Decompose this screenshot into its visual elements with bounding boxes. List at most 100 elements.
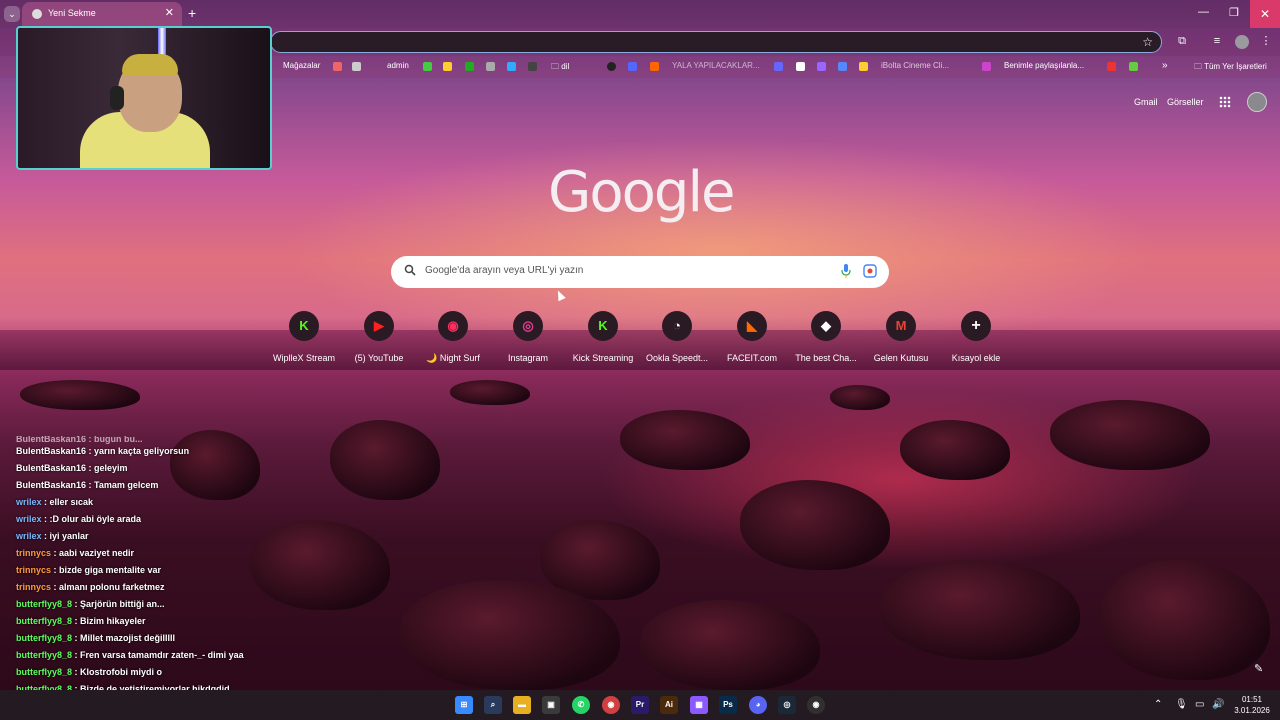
shortcut-icon: ▶ xyxy=(364,311,394,341)
bookmark-item[interactable]: iBolta Cineme Cli... xyxy=(881,61,949,70)
shortcut-kick-streaming[interactable]: K Kick Streaming xyxy=(563,311,643,371)
all-bookmarks-folder[interactable]: 🗀 Tüm Yer İşaretleri xyxy=(1194,61,1267,75)
menu-icon[interactable]: ⋮ xyxy=(1260,35,1272,47)
account-avatar[interactable] xyxy=(1247,92,1267,112)
shortcut-add[interactable]: + Kısayol ekle xyxy=(936,311,1016,371)
google-apps-icon[interactable] xyxy=(1219,96,1231,108)
bookmark-label: dil xyxy=(561,62,570,71)
bookmark-icon[interactable] xyxy=(607,62,616,71)
images-link[interactable]: Görseller xyxy=(1167,97,1204,107)
clock-date: 3.01.2026 xyxy=(1234,706,1270,715)
tab-close-icon[interactable]: ✕ xyxy=(165,6,174,19)
bookmark-icon[interactable] xyxy=(982,62,991,71)
stream-chat-overlay: BulentBaskan16 : bugun bu... BulentBaska… xyxy=(16,436,476,701)
chat-username: wrilex xyxy=(16,497,42,507)
whatsapp-icon[interactable]: ✆ xyxy=(572,696,590,714)
volume-icon[interactable]: 🔊 xyxy=(1212,699,1224,710)
windows-taskbar: ⊞ ⌕ ▬ ▣ ✆ ◉ Pr Ai ▦ Ps ◕ ◎ ◉ ⌃ 🎙 ▭ 🔊 xyxy=(0,690,1280,720)
bookmark-icon[interactable] xyxy=(796,62,805,71)
bookmark-icon[interactable] xyxy=(650,62,659,71)
obs-icon[interactable]: ◉ xyxy=(807,696,825,714)
shortcut-icon: K xyxy=(588,311,618,341)
microphone-icon[interactable]: 🎙 xyxy=(1175,699,1188,710)
shortcut-faceit[interactable]: ◣ FACEIT.com xyxy=(712,311,792,371)
shortcut-night-surf[interactable]: ◉ 🌙 Night Surf xyxy=(413,311,493,371)
maximize-button[interactable]: ❐ xyxy=(1229,6,1239,19)
bookmark-star-icon[interactable]: ☆ xyxy=(1142,35,1153,49)
bookmark-icon[interactable] xyxy=(774,62,783,71)
bookmarks-overflow-button[interactable]: » xyxy=(1162,60,1168,71)
microphone-icon[interactable] xyxy=(841,264,851,278)
bookmark-item[interactable]: YALA YAPILACAKLAR... xyxy=(672,61,760,70)
customize-pencil-icon[interactable]: ✎ xyxy=(1254,662,1263,675)
chat-message: BulentBaskan16 : geleyim xyxy=(16,463,476,480)
window-close-button[interactable]: ✕ xyxy=(1250,0,1280,28)
store-icon[interactable]: ▣ xyxy=(542,696,560,714)
shortcut-gelen-kutusu[interactable]: M Gelen Kutusu xyxy=(861,311,941,371)
bookmark-icon[interactable] xyxy=(838,62,847,71)
chat-text: : yarın kaçta geliyorsun xyxy=(86,446,190,456)
shortcut-label: (5) YouTube xyxy=(354,353,404,363)
bookmark-icon[interactable] xyxy=(859,62,868,71)
bookmark-icon[interactable] xyxy=(352,62,361,71)
illustrator-icon[interactable]: Ai xyxy=(660,696,678,714)
file-explorer-icon[interactable]: ▬ xyxy=(513,696,531,714)
bookmark-icon[interactable] xyxy=(528,62,537,71)
address-bar[interactable]: ☆ xyxy=(270,31,1162,53)
bookmark-icon[interactable] xyxy=(507,62,516,71)
tab-new-tab[interactable]: Yeni Sekme ✕ xyxy=(22,2,182,26)
shortcut-youtube[interactable]: ▶ (5) YouTube xyxy=(339,311,419,371)
bookmark-item[interactable]: Benimle paylaşılanla... xyxy=(1004,61,1084,70)
tab-search-button[interactable]: ⌄ xyxy=(4,6,20,22)
bookmark-item[interactable]: Mağazalar xyxy=(283,61,320,70)
steam-icon[interactable]: ◎ xyxy=(778,696,796,714)
search-icon[interactable]: ⌕ xyxy=(484,696,502,714)
bookmark-folder-dil[interactable]: 🗀 dil xyxy=(551,61,569,75)
gmail-link[interactable]: Gmail xyxy=(1134,97,1158,107)
chrome-icon[interactable]: ◉ xyxy=(602,696,620,714)
chat-username: butterflyy8_8 xyxy=(16,633,73,643)
bookmark-icon[interactable] xyxy=(628,62,637,71)
profile-avatar-icon[interactable] xyxy=(1235,35,1249,49)
bookmark-icon[interactable] xyxy=(1129,62,1138,71)
stream-app-icon[interactable]: ▦ xyxy=(690,696,708,714)
windows-start-icon[interactable]: ⊞ xyxy=(455,696,473,714)
bookmark-icon[interactable] xyxy=(443,62,452,71)
bookmark-icon[interactable] xyxy=(423,62,432,71)
shortcut-ookla-speedtest[interactable]: ◔ Ookla Speedt... xyxy=(637,311,717,371)
chat-message: trinnycs : aabi vaziyet nedir xyxy=(16,548,476,565)
kick-icon: K xyxy=(299,318,309,333)
shortcut-label: WiplleX Stream xyxy=(272,353,335,363)
media-control-icon[interactable]: ≡ xyxy=(1211,35,1223,47)
instagram-icon: ◎ xyxy=(522,318,534,333)
shortcut-the-best-cha[interactable]: ◆ The best Cha... xyxy=(786,311,866,371)
shortcut-icon: M xyxy=(886,311,916,341)
chat-message: butterflyy8_8 : Millet mazojist değillll… xyxy=(16,633,476,650)
chat-message: wrilex : :D olur abi öyle arada xyxy=(16,514,476,531)
bookmark-item[interactable]: admin xyxy=(387,61,409,70)
tray-overflow-icon[interactable]: ⌃ xyxy=(1154,699,1162,710)
shortcut-wiplex-stream[interactable]: K WiplleX Stream xyxy=(264,311,344,371)
bookmark-icon[interactable] xyxy=(333,62,342,71)
bookmark-icon[interactable] xyxy=(486,62,495,71)
search-box[interactable]: Google'da arayın veya URL'yi yazın xyxy=(391,256,889,288)
shortcut-icon: + xyxy=(961,311,991,341)
chat-username: wrilex xyxy=(16,531,42,541)
extensions-icon[interactable]: ⧉ xyxy=(1176,35,1188,47)
chat-text: : aabi vaziyet nedir xyxy=(51,548,135,558)
discord-icon[interactable]: ◕ xyxy=(749,696,767,714)
shortcut-instagram[interactable]: ◎ Instagram xyxy=(488,311,568,371)
new-tab-button[interactable]: + xyxy=(188,5,196,21)
photoshop-icon[interactable]: Ps xyxy=(719,696,737,714)
google-lens-icon[interactable] xyxy=(863,264,877,278)
bookmark-icon[interactable] xyxy=(465,62,474,71)
bookmark-icon[interactable] xyxy=(817,62,826,71)
taskbar-clock[interactable]: 01:51 3.01.2026 xyxy=(1232,694,1272,716)
chat-text: : Şarjörün bittiği an... xyxy=(72,599,165,609)
google-logo: Google xyxy=(548,160,735,225)
premiere-icon[interactable]: Pr xyxy=(631,696,649,714)
minimize-button[interactable]: — xyxy=(1198,6,1209,18)
search-input[interactable]: Google'da arayın veya URL'yi yazın xyxy=(425,265,583,276)
bookmark-icon[interactable] xyxy=(1107,62,1116,71)
display-icon[interactable]: ▭ xyxy=(1195,699,1204,710)
